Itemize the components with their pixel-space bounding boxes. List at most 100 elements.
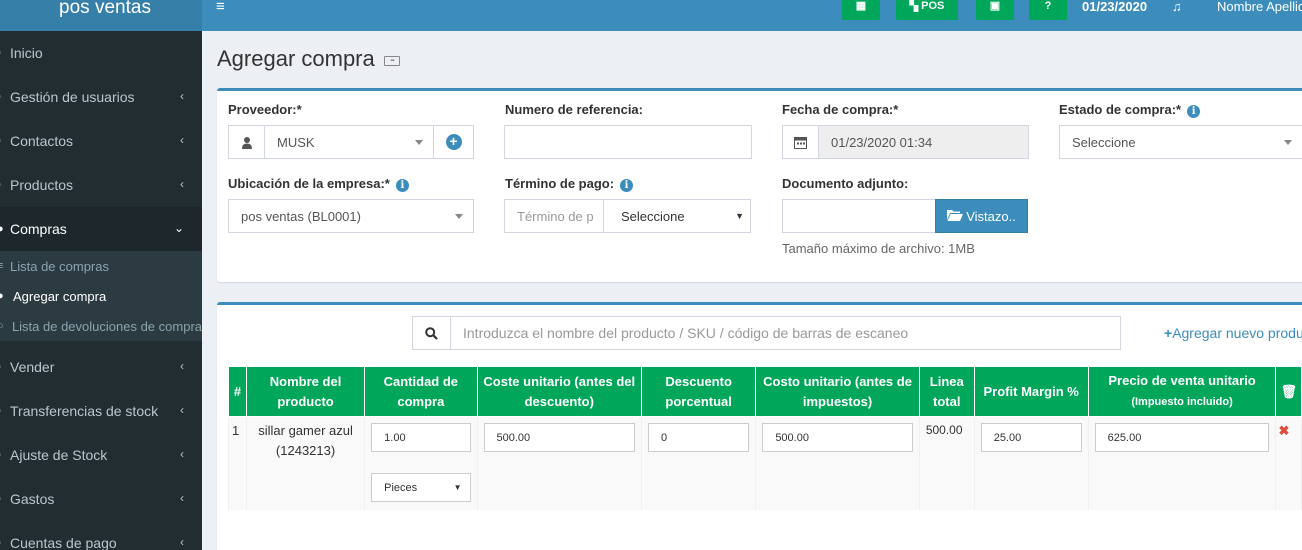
header-date: 01/23/2020 <box>1082 0 1148 14</box>
browse-button[interactable]: Vistazo.. <box>935 199 1028 233</box>
estado-select[interactable]: Seleccione <box>1059 125 1302 159</box>
row-margin-cell: 25.00 <box>973 416 1089 510</box>
row-product-name: sillar gamer azul (1243213) <box>245 416 366 510</box>
col-qty: Cantidad de compra <box>364 366 478 417</box>
sell-price-value: 625.00 <box>1107 431 1142 444</box>
help-button[interactable]: ? <box>1029 0 1067 20</box>
unit-select[interactable]: Pieces ▼ <box>371 473 471 502</box>
minus-circle-icon: ▪ <box>0 493 7 505</box>
pos-button[interactable]: ▚ POS <box>896 0 958 20</box>
users-icon: ▪ <box>0 91 7 103</box>
proveedor-value: MUSK <box>277 134 315 150</box>
ubicacion-value: pos ventas (BL0001) <box>241 208 361 224</box>
plus-circle-icon: ● <box>0 290 4 302</box>
row-qty-cell: 1.00 Pieces ▼ <box>364 416 478 510</box>
chevron-left-icon: ‹ <box>180 447 184 461</box>
sidebar-item-gastos[interactable]: ▪ Gastos ‹ <box>0 477 202 521</box>
address-book-icon: ▪ <box>0 135 7 147</box>
proveedor-select[interactable]: MUSK + <box>228 125 474 159</box>
sidebar-item-label: Ajuste de Stock <box>10 447 108 463</box>
sidebar-item-label: Gestión de usuarios <box>10 89 135 105</box>
info-icon[interactable]: i <box>620 179 634 192</box>
cash-button[interactable]: ▣ <box>976 0 1014 20</box>
margin-input[interactable]: 25.00 <box>980 423 1082 452</box>
sell-price-input[interactable]: 625.00 <box>1094 423 1270 452</box>
remove-row-icon[interactable]: ✖ <box>1278 423 1289 438</box>
discount-input[interactable]: 0 <box>648 423 750 452</box>
sidebar-item-cuentas-pago[interactable]: ▪ Cuentas de pago ‹ <box>0 521 202 550</box>
cubes-icon: ▪ <box>0 179 7 191</box>
sidebar-item-label: Contactos <box>10 133 74 149</box>
qty-input[interactable]: 1.00 <box>371 423 471 452</box>
chevron-down-icon <box>455 213 463 219</box>
fecha-value: 01/23/2020 01:34 <box>831 134 933 150</box>
add-new-product-label: Agregar nuevo producto <box>1172 325 1302 341</box>
calendar-icon <box>783 126 819 158</box>
fecha-input[interactable]: 01/23/2020 01:34 <box>782 125 1029 159</box>
ubicacion-label: Ubicación de la empresa:* i <box>228 176 409 192</box>
referencia-input[interactable] <box>504 125 752 159</box>
unit-value: Pieces <box>384 481 418 494</box>
sidebar-item-label: Inicio <box>10 45 43 61</box>
termino-placeholder: Término de p <box>517 208 594 224</box>
sidebar-item-label: Compras <box>10 221 67 237</box>
chevron-left-icon: ‹ <box>180 89 184 103</box>
plus-icon: + <box>1164 325 1173 341</box>
sidebar-item-compras[interactable]: ● Compras ⌄ <box>0 207 202 251</box>
sidebar-item-inicio[interactable]: ▪ Inicio <box>0 31 202 75</box>
sidebar-item-label: Cuentas de pago <box>10 535 117 550</box>
bell-icon[interactable]: ♫ <box>1172 0 1182 13</box>
user-menu[interactable]: Nombre Apellido <box>1217 0 1302 13</box>
list-icon: ≡ <box>0 260 4 272</box>
menu-toggle-icon[interactable]: ≡ <box>216 0 225 14</box>
submenu-item-agregar-compra[interactable]: ● Agregar compra <box>0 281 202 311</box>
referencia-label: Numero de referencia: <box>505 102 643 117</box>
unit-cost-tax-input[interactable]: 500.00 <box>762 423 913 452</box>
unit-cost-before-value: 500.00 <box>496 431 531 444</box>
compras-submenu: ≡ Lista de compras ● Agregar compra ○ Li… <box>0 251 202 341</box>
calculator-button[interactable]: ▦ <box>842 0 880 20</box>
fecha-label: Fecha de compra:* <box>782 102 899 117</box>
plus-circle-icon: + <box>445 134 462 150</box>
product-search[interactable]: Introduzca el nombre del producto / SKU … <box>412 316 1121 350</box>
estado-label: Estado de compra:* i <box>1059 102 1201 118</box>
sidebar-item-gestion-usuarios[interactable]: ▪ Gestión de usuarios ‹ <box>0 75 202 119</box>
sidebar-item-vender[interactable]: ▪ Vender ‹ <box>0 345 202 389</box>
sidebar: pos ventas ▪ Inicio ▪ Gestión de usuario… <box>0 0 202 550</box>
add-new-product-link[interactable]: +Agregar nuevo producto <box>1164 325 1302 341</box>
submenu-item-lista-compras[interactable]: ≡ Lista de compras <box>0 251 202 281</box>
ubicacion-select[interactable]: pos ventas (BL0001) <box>228 199 474 233</box>
info-icon[interactable]: i <box>1187 105 1201 118</box>
arrow-circle-icon: ● <box>0 223 4 235</box>
brand-logo[interactable]: pos ventas <box>0 0 202 31</box>
sidebar-item-label: Productos <box>10 177 74 193</box>
proveedor-label: Proveedor:* <box>228 102 302 117</box>
chevron-left-icon: ‹ <box>180 535 184 549</box>
info-icon[interactable]: i <box>395 179 409 192</box>
submenu-item-devoluciones[interactable]: ○ Lista de devoluciones de compra <box>0 311 202 341</box>
col-line-total: Linea total <box>918 366 975 417</box>
caret-down-icon: ▼ <box>735 211 744 221</box>
sidebar-item-productos[interactable]: ▪ Productos ‹ <box>0 163 202 207</box>
keyboard-icon[interactable]: ▪▪▪ <box>384 56 400 66</box>
sidebar-item-transferencias[interactable]: ▪ Transferencias de stock ‹ <box>0 389 202 433</box>
add-supplier-button[interactable]: + <box>433 126 473 158</box>
sidebar-item-ajuste-stock[interactable]: ▪ Ajuste de Stock ‹ <box>0 433 202 477</box>
termino-input[interactable]: Término de p <box>504 199 604 233</box>
trash-icon: 🗑 <box>1280 383 1297 399</box>
col-discount: Descuento porcentual <box>640 366 757 417</box>
pos-button-label: POS <box>921 0 945 12</box>
col-num: # <box>228 366 247 417</box>
discount-value: 0 <box>661 431 668 444</box>
col-sell-price: Precio de venta unitario (Impuesto inclu… <box>1087 366 1277 417</box>
termino-period-select[interactable]: Seleccione ▼ <box>603 199 751 233</box>
chevron-left-icon: ‹ <box>180 403 184 417</box>
termino-label-text: Término de pago: <box>505 176 615 191</box>
file-size-hint: Tamaño máximo de archivo: 1MB <box>782 241 975 256</box>
undo-icon: ○ <box>0 320 4 332</box>
sidebar-item-label: Vender <box>10 359 55 375</box>
col-margin: Profit Margin % <box>973 366 1089 417</box>
unit-cost-before-input[interactable]: 500.00 <box>483 423 635 452</box>
sidebar-item-contactos[interactable]: ▪ Contactos ‹ <box>0 119 202 163</box>
documento-file-input[interactable] <box>782 199 936 233</box>
